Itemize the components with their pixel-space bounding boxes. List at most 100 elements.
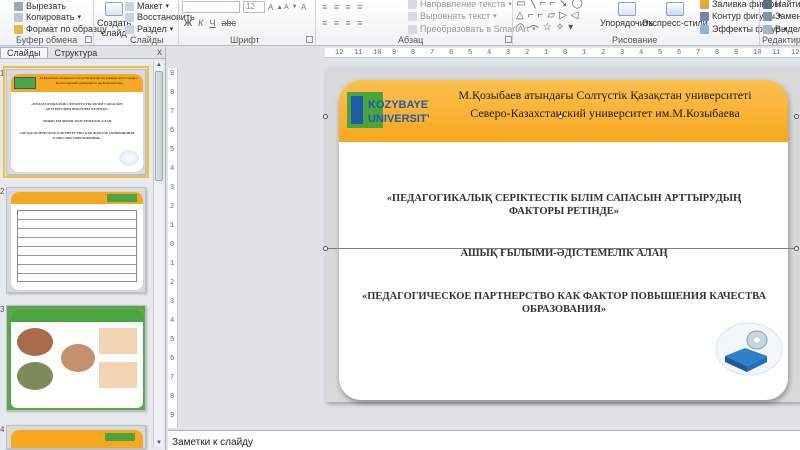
- title-kz[interactable]: «ПЕДАГОГИКАЛЫҚ СЕРІКТЕСТІК БІЛІМ САПАСЫН…: [359, 192, 769, 218]
- notes-pane[interactable]: Заметки к слайду: [168, 430, 800, 450]
- ruler-tick-label: 2: [525, 49, 530, 57]
- italic-button[interactable]: К: [198, 18, 203, 28]
- resize-handle[interactable]: [323, 114, 328, 119]
- shapes-gallery-row-3[interactable]: ◠ ⌒ ☆ ✧ ▾: [516, 22, 573, 37]
- align-text-button[interactable]: Выровнять текст ▾: [408, 10, 497, 22]
- ruler-tick-label: 5: [468, 49, 473, 57]
- clipboard-dialog-launcher[interactable]: [85, 36, 92, 43]
- shapes-gallery-row-1[interactable]: ▭ ╲ ⌐ ⌐ ↘ ◯: [516, 0, 583, 9]
- scroll-down-icon[interactable]: ▼: [155, 439, 163, 447]
- slide-number: 3: [0, 305, 5, 314]
- thumb-card: [11, 192, 143, 290]
- ruler-tick-label: 4: [639, 49, 644, 57]
- section-button[interactable]: Раздел ▾: [125, 23, 173, 35]
- ruler-tick-label: 9: [392, 49, 397, 57]
- scrollbar-thumb[interactable]: [155, 71, 163, 181]
- slide-thumbnail-1[interactable]: М.Қозыбаев атындағы Солтүстік Қазақстан …: [3, 66, 149, 178]
- copy-icon: [14, 12, 23, 22]
- find-button[interactable]: Найти: [763, 0, 800, 10]
- slide[interactable]: KOZYBAYEV UNIVERSITY М.Қозыбаев атындағы…: [325, 68, 800, 402]
- slide-thumbnail-4[interactable]: [6, 425, 146, 449]
- ruler-tick-label: 9: [734, 49, 739, 57]
- underline-button[interactable]: Ч: [209, 18, 215, 28]
- university-name-ru: Северо-Казахстанский университет им.М.Ко…: [470, 106, 740, 120]
- shrink-font-button[interactable]: A ▼: [284, 1, 297, 13]
- pen-icon: [700, 11, 709, 21]
- list-buttons[interactable]: ≡ ≡ ≡ ≡: [322, 1, 365, 13]
- slide-canvas: KOZYBAYEV UNIVERSITY М.Қозыбаев атындағы…: [322, 68, 800, 406]
- cursor-icon: [763, 24, 772, 34]
- reset-icon: [125, 12, 134, 22]
- clipboard-group-label: Буфер обмена: [16, 35, 78, 45]
- paragraph-group-label: Абзац: [398, 35, 424, 45]
- ruler-tick-label: 11: [354, 49, 363, 57]
- thumb-title-2: АШЫҚ ҒЫЛЫМИ-ӘДІСТЕМЕЛІК АЛАҢ: [42, 119, 112, 123]
- ruler-tick-label: 3: [170, 298, 175, 306]
- slide-number: 1: [0, 69, 5, 78]
- scissors-icon: [14, 1, 23, 11]
- ruler-tick-label: 8: [715, 49, 720, 57]
- strikethrough-button[interactable]: abc: [221, 18, 236, 28]
- paint-bucket-icon: [700, 0, 709, 9]
- title-ru[interactable]: «ПЕДАГОГИЧЕСКОЕ ПАРТНЕРСТВО КАК ФАКТОР П…: [359, 290, 769, 316]
- quick-styles-button[interactable]: Экспресс-стили: [642, 2, 708, 28]
- slides-pane: Слайды Структура x 1 М.Қозыбаев атындағы…: [0, 47, 166, 450]
- thumb-card: М.Қозыбаев атындағы Солтүстік Қазақстан …: [11, 74, 143, 172]
- vertical-ruler[interactable]: 9 8 7 6 5 4 3 2 1 0 1 2 3 4 5 6 7 8 9: [168, 68, 178, 428]
- copy-button[interactable]: Копировать ▾: [14, 11, 81, 23]
- font-name-combobox[interactable]: [182, 1, 240, 13]
- grow-font-button[interactable]: A ▲: [268, 1, 283, 13]
- university-logo: KOZYBAYEV UNIVERSITY: [347, 92, 429, 128]
- paragraph-dialog-launcher[interactable]: [505, 36, 512, 43]
- close-icon[interactable]: x: [157, 47, 162, 58]
- section-icon: [125, 24, 134, 34]
- align-buttons[interactable]: ≡ ≡ ≡ ≡: [322, 17, 365, 29]
- arrange-icon: [617, 2, 636, 16]
- slide-thumbnail-2[interactable]: [6, 187, 146, 293]
- ruler-tick-label: 12: [791, 49, 800, 57]
- ruler-tick-label: 7: [170, 374, 175, 382]
- thumb-logo: [14, 77, 36, 89]
- resize-handle[interactable]: [794, 246, 799, 251]
- ruler-tick-label: 12: [335, 49, 344, 57]
- content-card[interactable]: KOZYBAYEV UNIVERSITY М.Қозыбаев атындағы…: [339, 80, 788, 400]
- clear-format-button[interactable]: A: [301, 1, 306, 13]
- font-dialog-launcher[interactable]: [306, 36, 313, 43]
- slide-number: 2: [0, 187, 5, 196]
- font-size-combobox[interactable]: 12: [243, 1, 265, 13]
- font-group-label: Шрифт: [230, 35, 260, 45]
- slide-thumbnail-3[interactable]: [6, 305, 146, 411]
- select-button[interactable]: Выделить: [763, 23, 800, 35]
- slide-number: 4: [0, 425, 5, 434]
- editing-group-label: Редактирование: [762, 35, 800, 45]
- tab-outline[interactable]: Структура: [48, 47, 105, 58]
- thumb-photo-1: [17, 328, 53, 356]
- tab-slides[interactable]: Слайды: [0, 47, 48, 58]
- bold-button[interactable]: Ж: [184, 18, 192, 28]
- layout-icon: [125, 1, 134, 11]
- drawing-group-label: Рисование: [612, 35, 658, 45]
- resize-handle[interactable]: [558, 114, 563, 119]
- ruler-tick-label: 1: [170, 260, 175, 268]
- ruler-tick-label: 11: [772, 49, 781, 57]
- replace-icon: [763, 11, 772, 21]
- shapes-gallery-row-2[interactable]: △ ⌐ ⌐ ▱ ▷ ◁: [516, 10, 579, 21]
- ruler-tick-label: 1: [544, 49, 549, 57]
- thumb-table: [17, 210, 137, 282]
- thumbnail-scrollbar[interactable]: ▲ ▼: [153, 61, 163, 447]
- thumb-title-3: «ПЕДАГОГИЧЕСКОЕ ПАРТНЕРСТВО КАК ФАКТОР П…: [19, 131, 135, 140]
- resize-handle[interactable]: [794, 114, 799, 119]
- replace-button[interactable]: Заменит: [763, 10, 800, 22]
- ruler-tick-label: 5: [658, 49, 663, 57]
- thumb-photo-3: [61, 344, 95, 372]
- horizontal-ruler[interactable]: 12 11 10 9 8 7 6 5 4 3 2 1 0 1 2 3 4 5 6 7 8 9 10 11 12: [325, 48, 800, 58]
- scroll-up-icon[interactable]: ▲: [155, 61, 163, 69]
- logo-bar: [351, 96, 363, 124]
- ruler-tick-label: 2: [601, 49, 606, 57]
- resize-handle[interactable]: [323, 246, 328, 251]
- software-box-icon: [715, 322, 783, 376]
- slides-group-label: Слайды: [130, 35, 164, 45]
- group-separator: [178, 0, 179, 45]
- text-direction-button[interactable]: Направление текста ▾: [408, 0, 512, 10]
- ruler-tick-label: 2: [170, 203, 175, 211]
